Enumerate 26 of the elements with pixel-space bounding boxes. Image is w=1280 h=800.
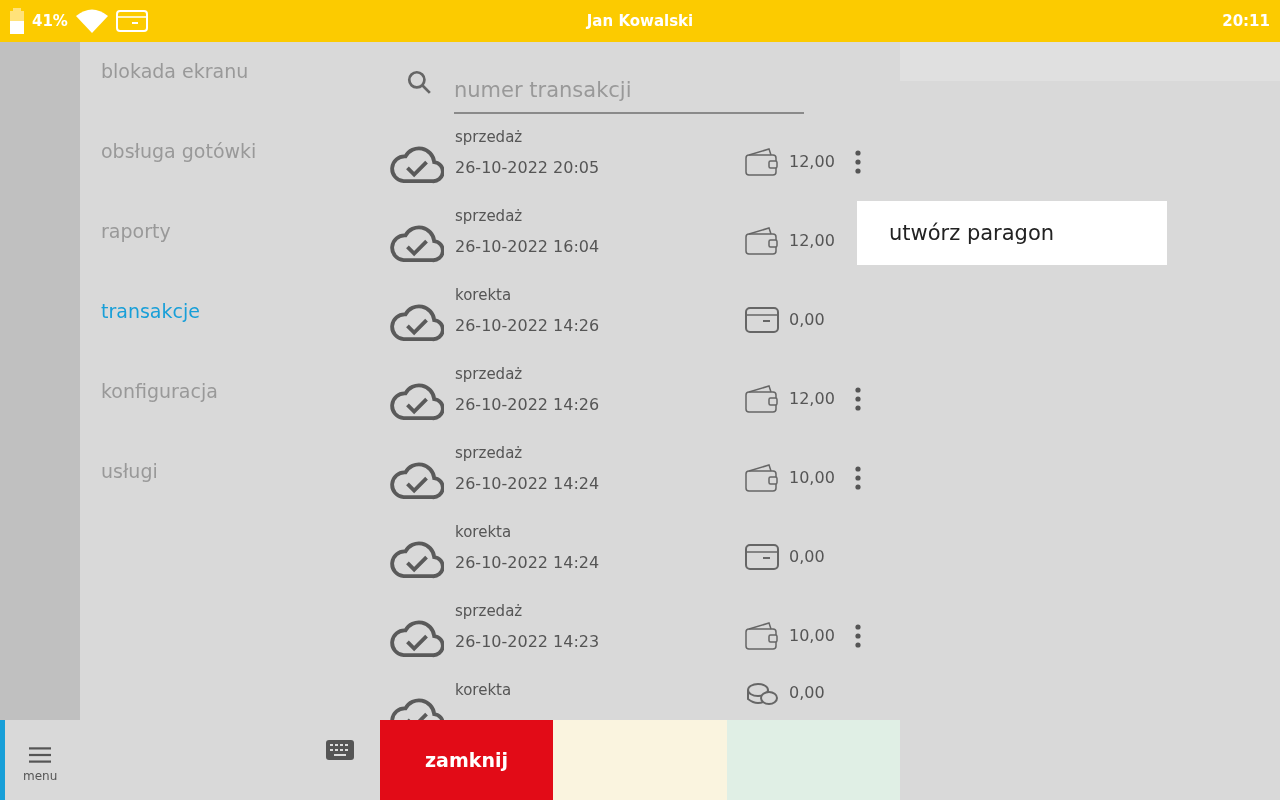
transaction-amount: 12,00 xyxy=(789,389,836,408)
transaction-date: 26-10-2022 14:24 xyxy=(455,553,600,572)
transaction-amount: 10,00 xyxy=(789,626,836,645)
transaction-amount: 10,00 xyxy=(789,468,836,487)
transaction-date: 26-10-2022 14:26 xyxy=(455,395,600,414)
transaction-type: korekta xyxy=(455,681,512,699)
transaction-date: 26-10-2022 20:05 xyxy=(455,158,600,177)
transaction-amount: 0,00 xyxy=(789,683,826,702)
transaction-type: sprzedaż xyxy=(455,207,523,225)
transaction-type: korekta xyxy=(455,286,512,304)
transaction-date: 26-10-2022 14:24 xyxy=(455,474,600,493)
transaction-amount: 12,00 xyxy=(789,231,836,250)
transaction-amount: 0,00 xyxy=(789,547,826,566)
clock: 20:11 xyxy=(1222,12,1270,30)
transaction-type: sprzedaż xyxy=(455,365,523,383)
transaction-type: sprzedaż xyxy=(455,444,523,462)
transaction-amount: 0,00 xyxy=(789,310,826,329)
transaction-date: 26-10-2022 14:23 xyxy=(455,632,600,651)
transaction-type: korekta xyxy=(455,523,512,541)
transaction-type: sprzedaż xyxy=(455,602,523,620)
user-name: Jan Kowalski xyxy=(586,12,694,30)
transaction-date: 26-10-2022 14:26 xyxy=(455,316,600,335)
battery-percentage: 41% xyxy=(32,12,68,30)
transaction-type: sprzedaż xyxy=(455,128,523,146)
transaction-amount: 12,00 xyxy=(789,152,836,171)
transaction-date: 26-10-2022 16:04 xyxy=(455,237,600,256)
